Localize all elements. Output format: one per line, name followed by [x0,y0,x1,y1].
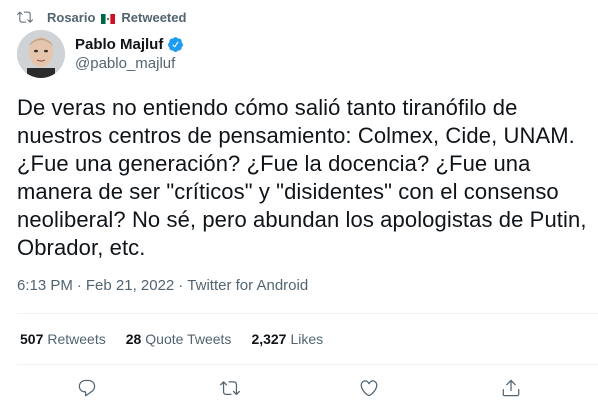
retweeted-label: Retweeted [121,9,187,25]
reply-button[interactable] [76,377,98,399]
engagement-stats: 507 Retweets 28 Quote Tweets 2,327 Likes [20,331,323,347]
likes-label: Likes [290,331,324,347]
retweet-small-icon [17,11,33,23]
display-name[interactable]: Pablo Majluf [75,36,163,53]
quote-tweets-label: Quote Tweets [145,331,232,347]
handle[interactable]: @pablo_majluf [75,55,184,72]
retweets-label: Retweets [47,331,106,347]
verified-badge-icon [168,37,184,52]
retweet-icon [220,381,240,396]
mexico-flag-icon [101,12,116,24]
likes-stat[interactable]: 2,327 Likes [251,331,323,347]
likes-count: 2,327 [251,331,287,347]
tweet-meta: 6:13 PM · Feb 21, 2022 · Twitter for And… [17,277,308,294]
reply-icon [78,379,96,397]
share-button[interactable] [500,377,522,399]
retweet-banner: Rosario Retweeted [17,8,186,26]
retweets-count: 507 [20,331,44,347]
author-block: Pablo Majluf @pablo_majluf [17,30,184,78]
tweet-date[interactable]: Feb 21, 2022 [86,277,174,294]
divider [17,313,598,314]
meta-separator: · [178,277,184,294]
heart-icon [360,380,378,397]
retweet-button[interactable] [219,377,241,399]
tweet-source[interactable]: Twitter for Android [187,277,308,294]
tweet-time[interactable]: 6:13 PM [17,277,73,294]
share-icon [502,379,520,397]
action-bar [0,375,598,405]
divider [17,364,598,365]
quote-tweets-stat[interactable]: 28 Quote Tweets [126,331,232,347]
quote-tweets-count: 28 [125,331,142,347]
retweets-stat[interactable]: 507 Retweets [20,331,106,347]
retweeter-name[interactable]: Rosario [47,10,95,25]
meta-separator: · [76,277,82,294]
like-button[interactable] [358,377,380,399]
tweet-text: De veras no entiendo cómo salió tanto ti… [17,95,587,260]
avatar[interactable] [17,30,65,78]
